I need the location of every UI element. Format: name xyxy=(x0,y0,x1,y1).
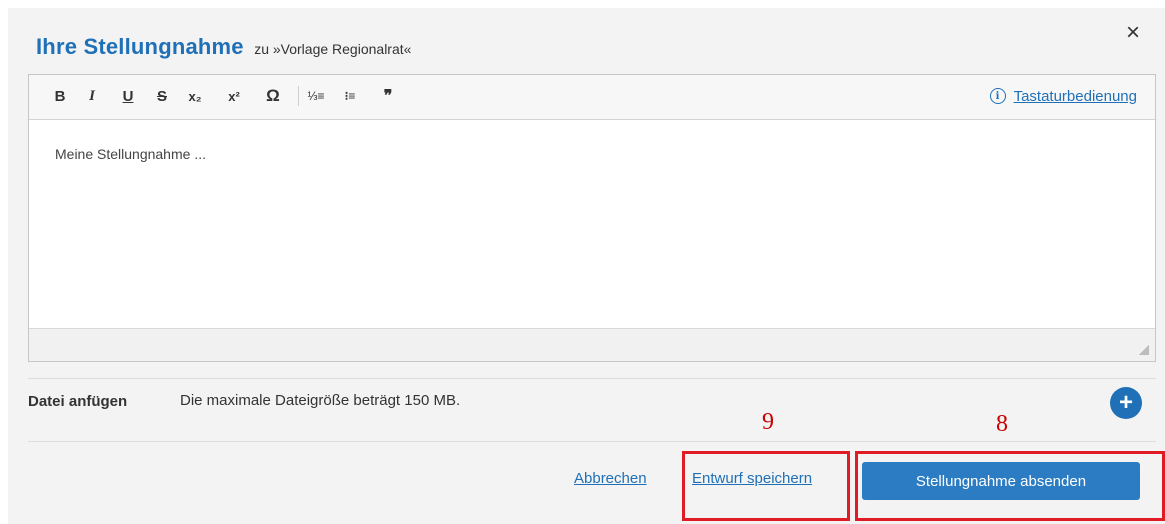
dialog-title-main: Ihre Stellungnahme xyxy=(36,34,244,59)
italic-button[interactable]: I xyxy=(83,85,101,107)
rich-text-editor: B I U S x₂ x² Ω ⅓≡ ⁝≡ ❞ i Tastaturbedien… xyxy=(28,74,1156,362)
keyboard-help-label[interactable]: Tastaturbedienung xyxy=(1014,88,1137,105)
cancel-button[interactable]: Abbrechen xyxy=(574,470,647,487)
annotation-highlight-save-draft xyxy=(682,451,850,521)
editor-text-area[interactable]: Meine Stellungnahme ... xyxy=(29,120,1155,328)
divider xyxy=(28,441,1156,442)
subscript-button[interactable]: x₂ xyxy=(186,85,204,107)
divider xyxy=(28,378,1156,379)
strikethrough-button[interactable]: S xyxy=(153,85,171,107)
bulleted-list-icon[interactable]: ⁝≡ xyxy=(341,85,359,107)
add-file-icon[interactable]: + xyxy=(1110,387,1142,419)
resize-grip-icon[interactable] xyxy=(1139,345,1149,355)
toolbar-separator xyxy=(298,86,299,106)
editor-content: Meine Stellungnahme ... xyxy=(55,146,206,162)
underline-button[interactable]: U xyxy=(119,85,137,107)
annotation-highlight-submit xyxy=(855,451,1165,521)
editor-status-bar xyxy=(29,328,1155,361)
dialog-subtitle: zu »Vorlage Regionalrat« xyxy=(254,41,412,57)
annotation-number-9: 9 xyxy=(762,409,774,435)
dialog-title: Ihre Stellungnahme zu »Vorlage Regionalr… xyxy=(36,34,411,60)
editor-toolbar: B I U S x₂ x² Ω ⅓≡ ⁝≡ ❞ i Tastaturbedien… xyxy=(29,75,1155,120)
max-file-size-note: Die maximale Dateigröße beträgt 150 MB. xyxy=(180,392,461,409)
annotation-number-8: 8 xyxy=(996,411,1008,437)
bold-button[interactable]: B xyxy=(51,85,69,107)
numbered-list-icon[interactable]: ⅓≡ xyxy=(307,85,325,107)
keyboard-help-link[interactable]: i Tastaturbedienung xyxy=(989,85,1137,107)
attach-file-label: Datei anfügen xyxy=(28,393,128,410)
close-icon[interactable]: × xyxy=(1118,18,1148,48)
superscript-button[interactable]: x² xyxy=(225,85,243,107)
special-character-button[interactable]: Ω xyxy=(264,85,282,107)
blockquote-icon[interactable]: ❞ xyxy=(379,85,397,107)
info-icon: i xyxy=(989,88,1006,104)
